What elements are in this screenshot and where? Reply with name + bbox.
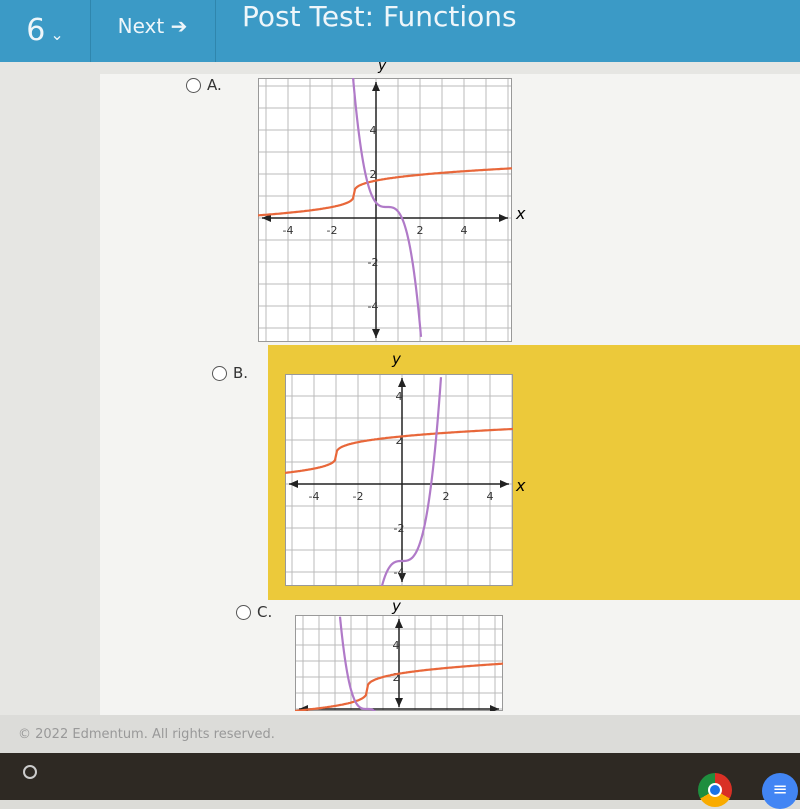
axis-label-y-b: y bbox=[392, 350, 401, 368]
graph-option-a: -4 -2 2 4 4 2 -2 -4 bbox=[258, 78, 512, 342]
purple-curve bbox=[351, 78, 423, 337]
taskbar bbox=[0, 753, 800, 800]
axis-label-x-a: x bbox=[516, 204, 526, 223]
axis-arrows bbox=[262, 82, 508, 338]
tick-label-x: 4 bbox=[487, 490, 494, 503]
question-selector[interactable]: 6 ⌄ bbox=[0, 0, 91, 62]
tick-label-y: 4 bbox=[396, 390, 403, 403]
tick-label-y: 4 bbox=[393, 639, 400, 652]
tick-label-y: -4 bbox=[394, 566, 405, 579]
purple-curve bbox=[338, 616, 377, 711]
graph-border bbox=[258, 78, 512, 342]
radio-a[interactable] bbox=[186, 77, 201, 93]
tick-label-y: 4 bbox=[370, 124, 377, 137]
radio-c[interactable] bbox=[236, 604, 251, 620]
tick-label-x: -4 bbox=[283, 224, 294, 237]
chevron-down-icon: ⌄ bbox=[45, 25, 64, 44]
graph-option-c: 42 bbox=[295, 615, 503, 711]
orange-curve bbox=[258, 167, 512, 217]
next-button[interactable]: Next ➔ bbox=[90, 0, 216, 62]
tick-label-x: 2 bbox=[417, 224, 424, 237]
graph-border bbox=[285, 374, 513, 586]
tick-label-y: -4 bbox=[368, 300, 379, 313]
option-a[interactable]: A. bbox=[186, 76, 222, 94]
option-c[interactable]: C. bbox=[236, 603, 272, 621]
tick-label-x: 2 bbox=[443, 490, 450, 503]
option-b[interactable]: B. bbox=[212, 364, 248, 382]
page-title: Post Test: Functions bbox=[242, 0, 517, 33]
axis-label-y-c: y bbox=[392, 597, 401, 615]
tick-label-x: 4 bbox=[461, 224, 468, 237]
arrow-right-circle-icon: ➔ bbox=[170, 14, 188, 38]
footer: © 2022 Edmentum. All rights reserved. bbox=[0, 715, 800, 753]
tick-label-y: -2 bbox=[394, 522, 405, 535]
tick-label-x: -2 bbox=[327, 224, 338, 237]
axis-label-y-a: y bbox=[378, 58, 387, 74]
purple-curve bbox=[380, 377, 443, 586]
tick-label-y: -2 bbox=[368, 256, 379, 269]
chrome-icon[interactable] bbox=[698, 773, 732, 807]
top-bar: 6 ⌄ Next ➔ Post Test: Functions bbox=[0, 0, 800, 62]
tick-label-x: -2 bbox=[353, 490, 364, 503]
docs-icon[interactable]: ≡ bbox=[762, 773, 798, 809]
tick-label-y: 2 bbox=[370, 168, 377, 181]
launcher-icon[interactable] bbox=[23, 765, 37, 779]
tick-label-x: -4 bbox=[309, 490, 320, 503]
axis-label-x-b: x bbox=[516, 476, 526, 495]
graph-option-b: -4 -2 2 442-2-4 bbox=[285, 374, 513, 586]
radio-b[interactable] bbox=[212, 365, 227, 381]
axis-arrows bbox=[289, 378, 509, 582]
